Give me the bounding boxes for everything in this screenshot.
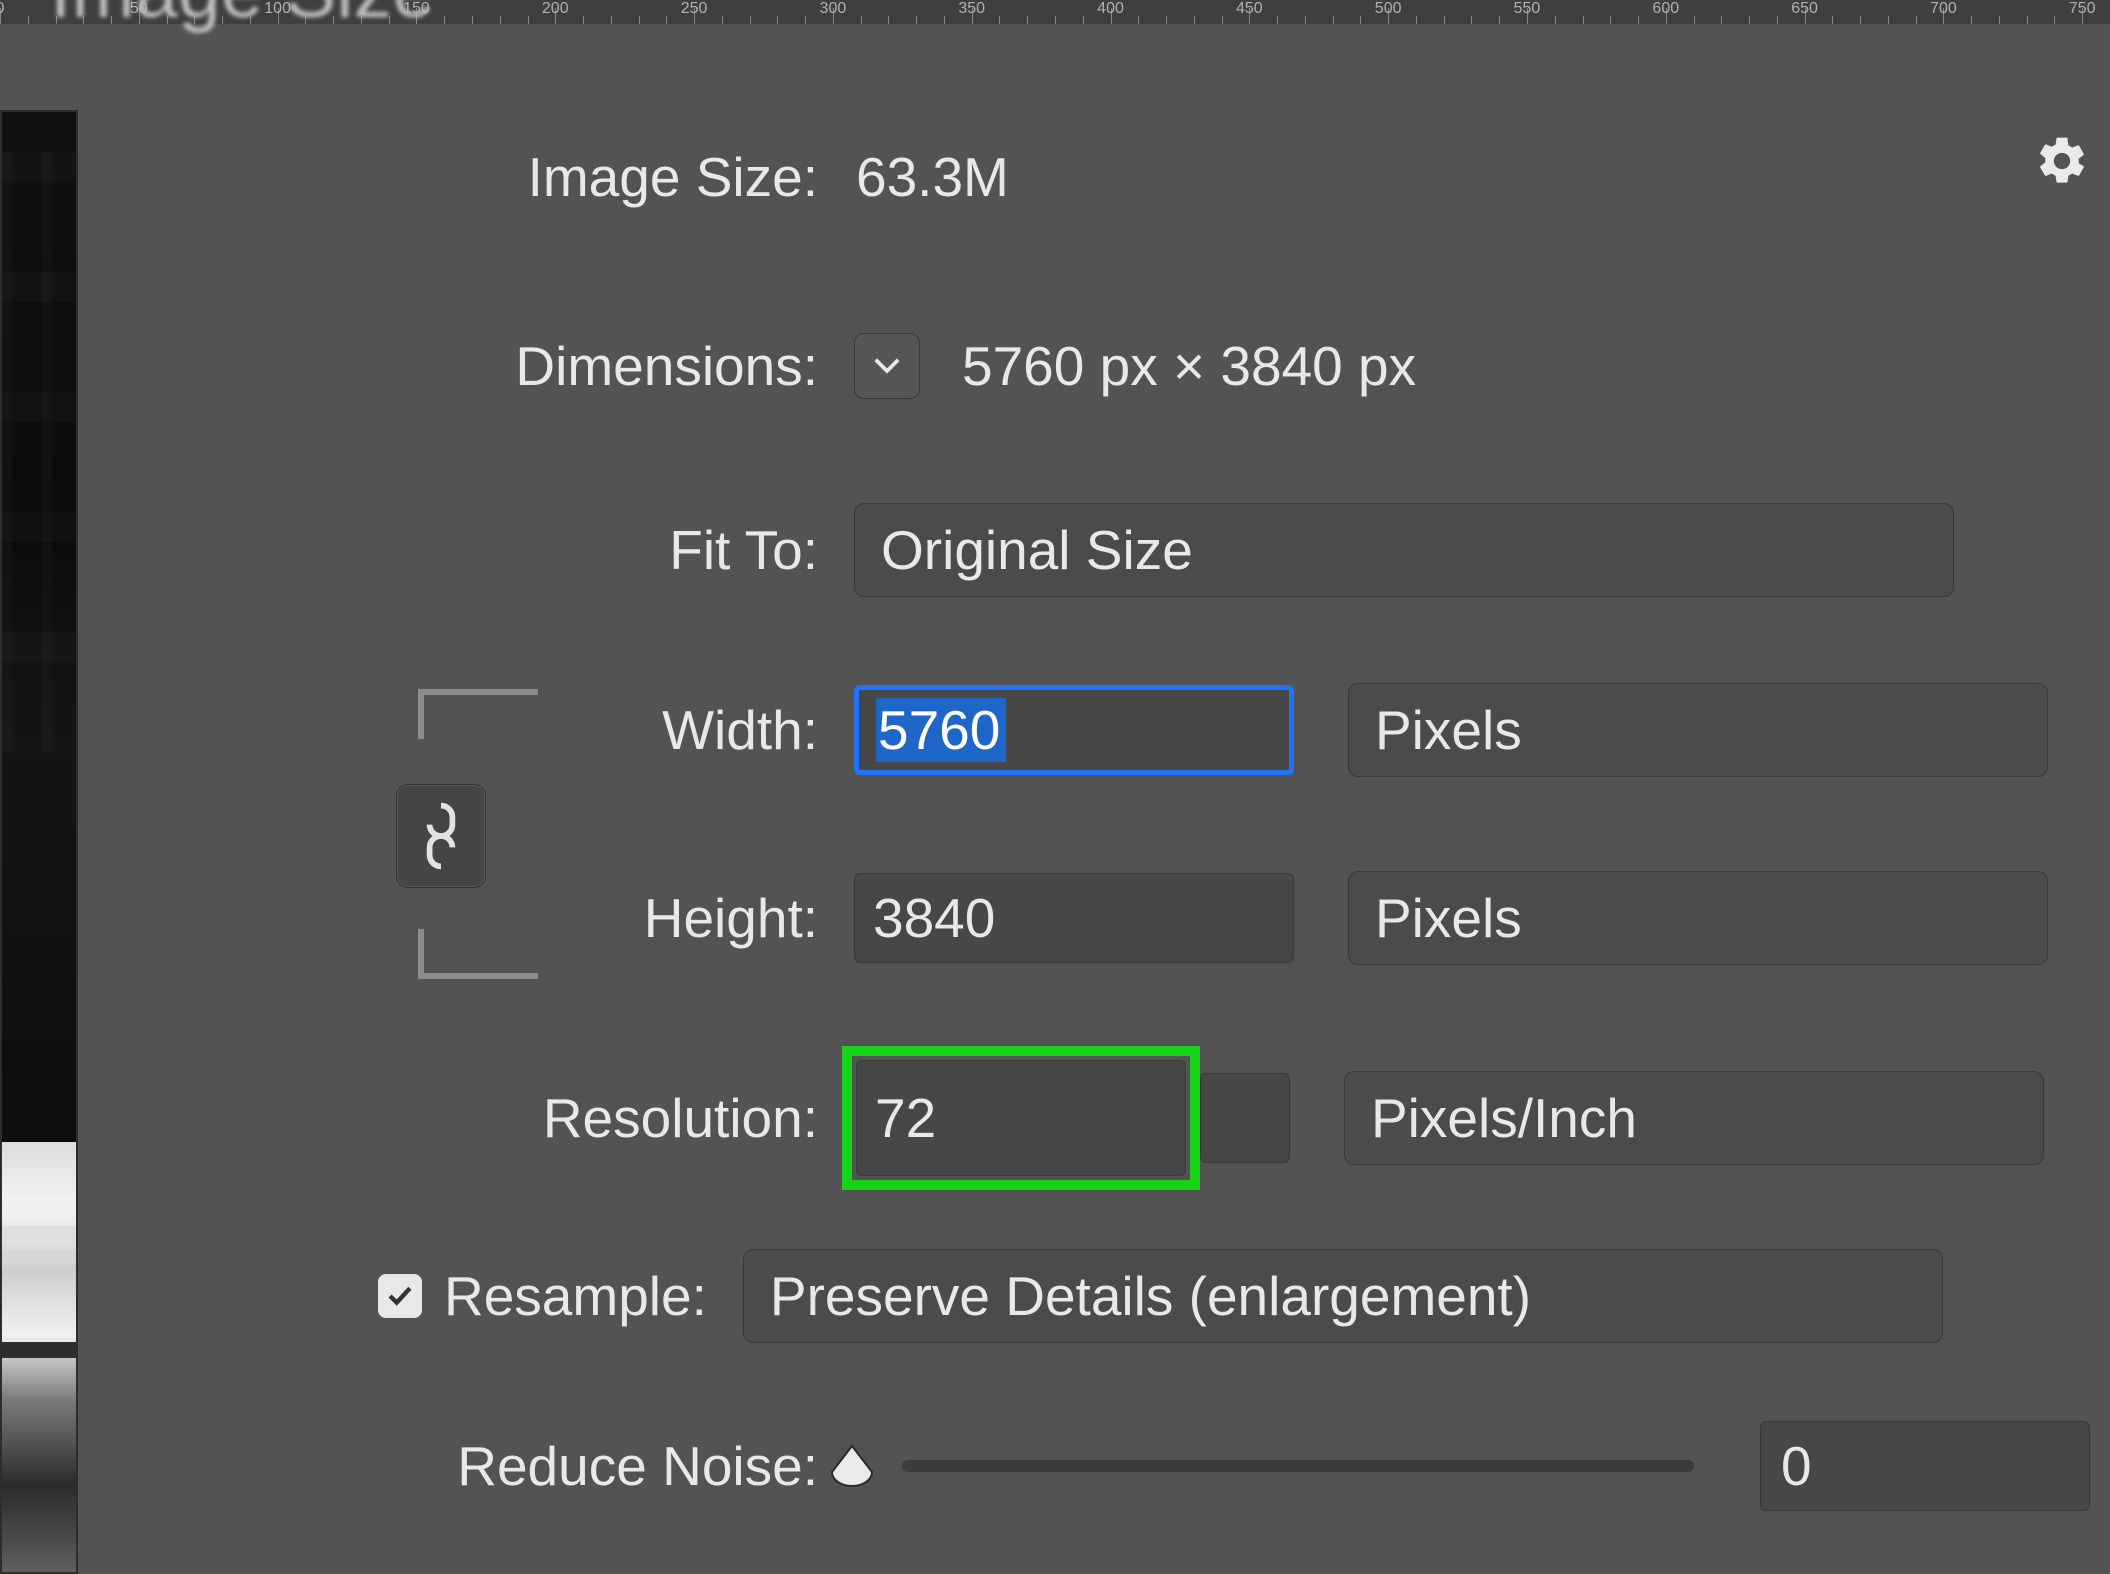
width-value: 5760 bbox=[876, 698, 1006, 762]
resolution-unit-select[interactable]: Pixels/Inch bbox=[1344, 1071, 2044, 1165]
height-label: Height: bbox=[78, 886, 818, 950]
width-unit-value: Pixels bbox=[1375, 699, 1522, 761]
reduce-noise-label: Reduce Noise: bbox=[78, 1434, 818, 1498]
width-input[interactable]: 5760 bbox=[854, 685, 1294, 775]
resample-value: Preserve Details (enlargement) bbox=[770, 1264, 1531, 1328]
resample-label[interactable]: Resample: bbox=[444, 1264, 707, 1328]
dimensions-label: Dimensions: bbox=[78, 334, 818, 398]
dimensions-value: 5760 px × 3840 px bbox=[962, 334, 1416, 398]
image-size-value: 63.3M bbox=[856, 145, 1009, 209]
fit-to-select[interactable]: Original Size bbox=[854, 503, 1954, 597]
fit-to-value: Original Size bbox=[881, 518, 1193, 582]
resolution-label: Resolution: bbox=[78, 1086, 818, 1150]
dimensions-unit-dropdown[interactable] bbox=[854, 333, 920, 399]
image-size-label: Image Size: bbox=[78, 145, 818, 209]
height-input[interactable]: 3840 bbox=[854, 873, 1294, 963]
slider-thumb-icon bbox=[828, 1444, 876, 1488]
check-icon bbox=[386, 1285, 414, 1307]
height-unit-value: Pixels bbox=[1375, 887, 1522, 949]
width-unit-select[interactable]: Pixels bbox=[1348, 683, 2048, 777]
width-label: Width: bbox=[78, 698, 818, 762]
link-icon bbox=[418, 798, 464, 874]
reduce-noise-value: 0 bbox=[1781, 1434, 1812, 1498]
height-unit-select[interactable]: Pixels bbox=[1348, 871, 2048, 965]
resample-checkbox[interactable] bbox=[378, 1274, 422, 1318]
resolution-unit-value: Pixels/Inch bbox=[1371, 1087, 1637, 1149]
resolution-extra-field[interactable] bbox=[1200, 1073, 1290, 1163]
fit-to-label: Fit To: bbox=[78, 518, 818, 582]
resolution-highlight: 72 bbox=[842, 1046, 1200, 1190]
resolution-value: 72 bbox=[875, 1086, 936, 1150]
image-preview-thumbnail[interactable] bbox=[0, 110, 78, 1574]
height-value: 3840 bbox=[873, 886, 995, 950]
reduce-noise-slider[interactable] bbox=[902, 1460, 1694, 1472]
reduce-noise-slider-thumb[interactable] bbox=[828, 1444, 876, 1488]
resolution-input[interactable]: 72 bbox=[856, 1060, 1186, 1176]
reduce-noise-input[interactable]: 0 bbox=[1760, 1421, 2090, 1511]
chevron-down-icon bbox=[871, 356, 903, 376]
resample-method-select[interactable]: Preserve Details (enlargement) bbox=[743, 1249, 1943, 1343]
image-size-panel: Image Size: 63.3M Dimensions: 5760 px × … bbox=[78, 110, 2110, 1574]
dialog-title: Image Size bbox=[50, 0, 435, 35]
